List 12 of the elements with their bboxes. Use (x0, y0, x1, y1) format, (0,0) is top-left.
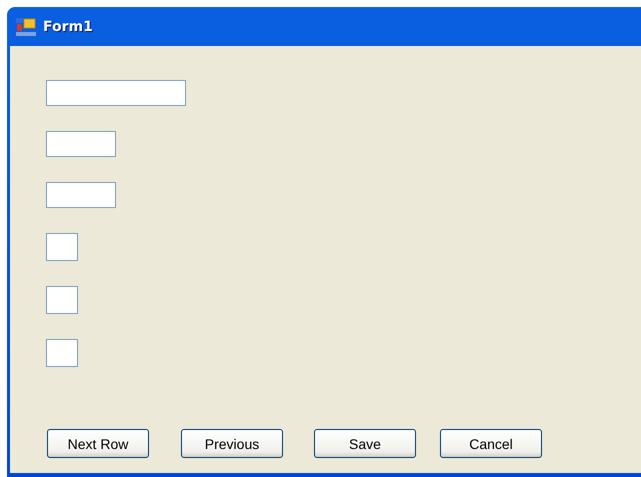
text-field[interactable] (46, 339, 78, 367)
text-field[interactable] (46, 286, 78, 314)
text-field[interactable] (46, 131, 116, 157)
form-button[interactable]: Save (314, 429, 416, 458)
window-title: Form1 (43, 18, 93, 34)
text-field[interactable] (46, 233, 78, 261)
form-button[interactable]: Previous (181, 429, 283, 458)
app-icon (16, 18, 36, 36)
text-field[interactable] (46, 80, 186, 106)
text-field[interactable] (46, 182, 116, 208)
form-button[interactable]: Cancel (440, 429, 542, 458)
form-button[interactable]: Next Row (47, 429, 149, 458)
